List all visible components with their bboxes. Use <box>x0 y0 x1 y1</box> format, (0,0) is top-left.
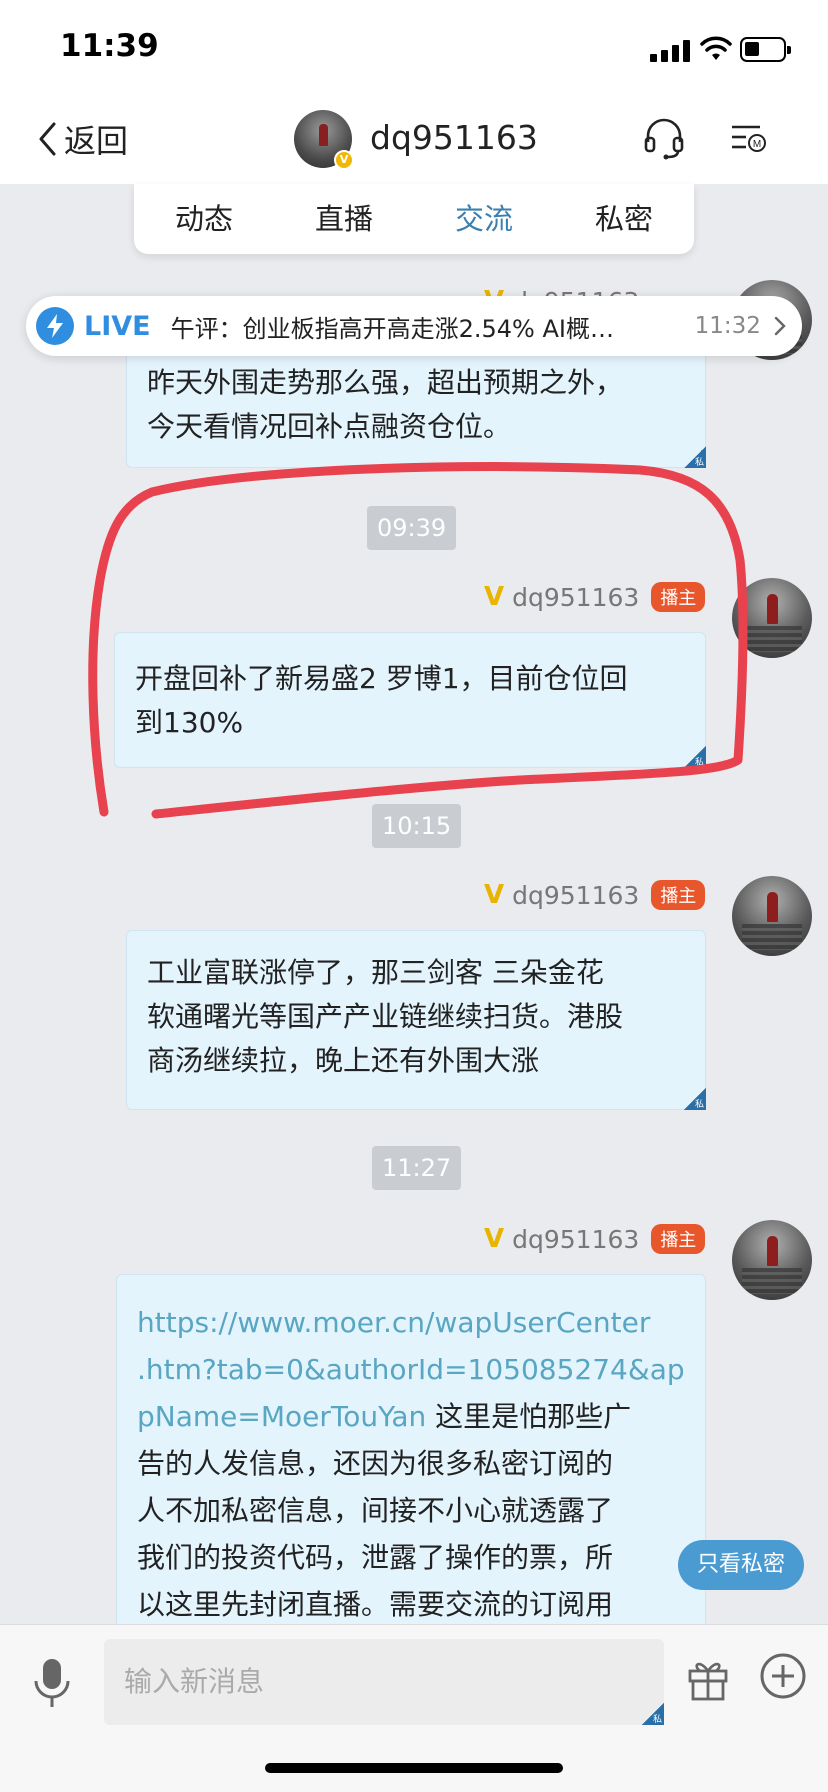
host-badge: 播主 <box>651 880 706 910</box>
input-bar: 输入新消息 私 <box>0 1624 828 1792</box>
host-badge: 播主 <box>651 1224 706 1254</box>
message-bubble: 工业富联涨停了，那三剑客 三朵金花 软通曙光等国产产业链继续扫货。港股 商汤继续… <box>126 930 706 1110</box>
timestamp-divider: 11:27 <box>372 1146 462 1190</box>
message-link[interactable]: .htm?tab=0&authorId=105085274&ap <box>137 1346 685 1393</box>
message-input-placeholder: 输入新消息 <box>124 1665 265 1698</box>
message-link[interactable]: pName=MoerTouYan <box>137 1400 426 1433</box>
tab-private[interactable]: 私密 <box>554 184 694 254</box>
private-corner-icon: 私 <box>684 446 706 468</box>
nav-bar: 返回 V dq951163 M <box>0 96 828 184</box>
live-label: LIVE <box>84 310 151 342</box>
headset-icon[interactable] <box>642 116 686 160</box>
private-toggle-icon[interactable]: 私 <box>642 1703 664 1725</box>
host-badge: 播主 <box>651 582 706 612</box>
message-sender-row: V dq951163 播主 <box>484 1224 706 1254</box>
message-text-line: 今天看情况回补点融资仓位。 <box>147 410 512 443</box>
lightning-icon <box>36 307 74 345</box>
message-text-line: 我们的投资代码，泄露了操作的票，所 <box>137 1541 614 1574</box>
home-indicator <box>265 1763 563 1773</box>
timestamp-divider: 09:39 <box>367 506 457 550</box>
cellular-signal-icon <box>650 40 692 62</box>
verified-v-icon: V <box>484 582 505 612</box>
tab-bar: 动态 直播 交流 私密 <box>134 184 694 254</box>
back-label: 返回 <box>64 122 129 160</box>
sender-avatar[interactable] <box>732 578 812 658</box>
profile-avatar[interactable]: V <box>294 110 354 170</box>
message-text-line: pName=MoerTouYan 这里是怕那些广 <box>137 1393 685 1440</box>
tab-dynamics[interactable]: 动态 <box>134 184 274 254</box>
sender-avatar[interactable] <box>732 876 812 956</box>
message-text-line: 昨天外围走势那么强，超出预期之外， <box>147 366 624 399</box>
message-text-line: 告的人发信息，还因为很多私密订阅的 <box>137 1447 614 1480</box>
sender-name: dq951163 <box>512 582 640 612</box>
menu-icon[interactable]: M <box>728 118 768 158</box>
svg-text:M: M <box>753 139 761 150</box>
message-text-line: 到130% <box>135 706 244 739</box>
message-sender-row: V dq951163 播主 <box>484 880 706 910</box>
live-time: 11:32 <box>694 313 761 339</box>
message-input[interactable]: 输入新消息 私 <box>104 1639 664 1725</box>
chevron-left-icon <box>39 122 56 156</box>
message-text-line: 商汤继续拉，晚上还有外围大涨 <box>147 1044 540 1077</box>
message-text: 这里是怕那些广 <box>426 1400 632 1433</box>
verified-v-icon: V <box>484 1224 505 1254</box>
tab-discussion[interactable]: 交流 <box>414 184 554 254</box>
timestamp-divider: 10:15 <box>372 804 462 848</box>
message-text-line: 人不加私密信息，间接不小心就透露了 <box>137 1494 614 1527</box>
sender-avatar[interactable] <box>732 1220 812 1300</box>
plus-icon[interactable] <box>758 1651 808 1701</box>
live-headline: 午评：创业板指高开高走涨2.54% AI概… <box>170 314 614 343</box>
private-only-filter-button[interactable]: 只看私密 <box>678 1540 804 1590</box>
message-sender-row: V dq951163 播主 <box>484 582 706 612</box>
back-button[interactable]: 返回 <box>36 114 128 164</box>
live-banner[interactable]: LIVE 午评：创业板指高开高走涨2.54% AI概… 11:32 <box>26 296 802 356</box>
message-bubble: 昨天外围走势那么强，超出预期之外， 今天看情况回补点融资仓位。 私 <box>126 346 706 468</box>
status-time: 11:39 <box>60 28 159 64</box>
message-bubble: 开盘回补了新易盛2 罗博1，目前仓位回 到130% 私 <box>114 632 706 768</box>
message-text-line: 软通曙光等国产产业链继续扫货。港股 <box>147 1000 624 1033</box>
sender-name: dq951163 <box>512 880 640 910</box>
status-bar: 11:39 <box>0 0 828 96</box>
private-corner-icon: 私 <box>684 746 706 768</box>
message-text-line: 工业富联涨停了，那三剑客 三朵金花 <box>147 956 604 989</box>
page-title: dq951163 <box>370 118 538 157</box>
gift-icon[interactable] <box>686 1655 730 1703</box>
tab-live[interactable]: 直播 <box>274 184 414 254</box>
battery-icon <box>740 37 791 62</box>
message-text-line: 开盘回补了新易盛2 罗博1，目前仓位回 <box>135 662 628 695</box>
verified-v-icon: V <box>484 880 505 910</box>
microphone-icon[interactable] <box>30 1655 74 1711</box>
message-bubble: https://www.moer.cn/wapUserCenter .htm?t… <box>116 1274 706 1654</box>
chevron-right-icon <box>774 316 786 336</box>
verified-badge-icon: V <box>334 150 354 170</box>
message-link[interactable]: https://www.moer.cn/wapUserCenter <box>137 1299 685 1346</box>
wifi-icon <box>700 36 732 60</box>
message-text-line: 以这里先封闭直播。需要交流的订阅用 <box>137 1588 614 1621</box>
private-corner-icon: 私 <box>684 1088 706 1110</box>
sender-name: dq951163 <box>512 1224 640 1254</box>
